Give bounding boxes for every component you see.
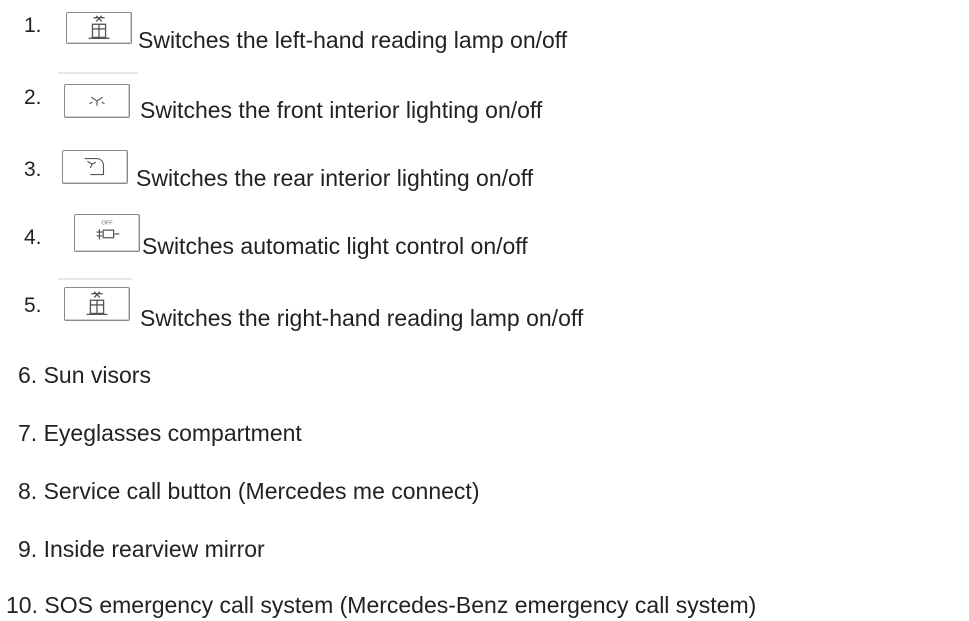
list-item-9: 9. Inside rearview mirror: [18, 536, 265, 562]
item-description: Switches the left-hand reading lamp on/o…: [138, 27, 568, 53]
item-number: 2.: [24, 86, 42, 109]
off-label: OFF: [101, 220, 113, 226]
item-description: Switches the front interior lighting on/…: [140, 97, 543, 123]
rear-interior-lighting-icon: [62, 150, 128, 184]
list-item-6: 6. Sun visors: [18, 362, 151, 388]
item-number: 4.: [24, 226, 42, 249]
front-interior-lighting-icon: [64, 84, 130, 118]
list-item-7: 7. Eyeglasses compartment: [18, 420, 302, 446]
item-description: Switches automatic light control on/off: [142, 233, 528, 259]
item-number: 3.: [24, 158, 42, 181]
divider: [58, 278, 132, 280]
divider: [58, 72, 138, 74]
list-item-8: 8. Service call button (Mercedes me conn…: [18, 478, 480, 504]
item-description: Switches the rear interior lighting on/o…: [136, 165, 534, 191]
automatic-light-control-icon: OFF: [74, 214, 140, 252]
reading-lamp-right-icon: [64, 287, 130, 321]
list-item-10: 10. SOS emergency call system (Mercedes-…: [6, 592, 757, 618]
item-description: Switches the right-hand reading lamp on/…: [140, 305, 584, 331]
item-number: 5.: [24, 294, 42, 317]
item-number: 1.: [24, 14, 42, 37]
reading-lamp-left-icon: [66, 12, 132, 44]
